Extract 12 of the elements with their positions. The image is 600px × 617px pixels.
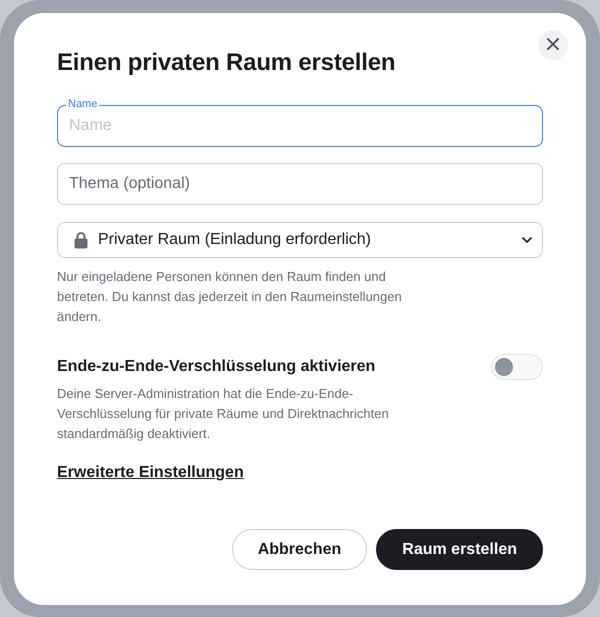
room-type-dropdown[interactable]: Privater Raum (Einladung erforderlich)	[57, 222, 543, 258]
help-text: Nur eingeladene Personen können den Raum finden und betreten. Du kannst das jederzeit in den Raumeinstellungen ändern.	[57, 268, 403, 326]
cancel-button[interactable]: Abbrechen	[232, 529, 368, 570]
create-room-button[interactable]: Raum erstellen	[376, 529, 543, 570]
encryption-description: Deine Server-Administration hat die Ende-zu-Ende-Verschlüsselung für private Räume und Direktnachrichten standardmäßig deaktiviert.	[57, 385, 390, 443]
encryption-label: Ende-zu-Ende-Verschlüsselung aktivieren	[57, 358, 376, 376]
chevron-down-icon	[522, 237, 532, 243]
dialog-title: Einen privaten Raum erstellen	[57, 49, 396, 77]
advanced-settings-link[interactable]: Erweiterte Einstellungen	[57, 464, 244, 482]
close-button[interactable]: ×	[538, 30, 568, 60]
encryption-toggle[interactable]	[491, 354, 543, 380]
lock-icon	[74, 231, 88, 249]
